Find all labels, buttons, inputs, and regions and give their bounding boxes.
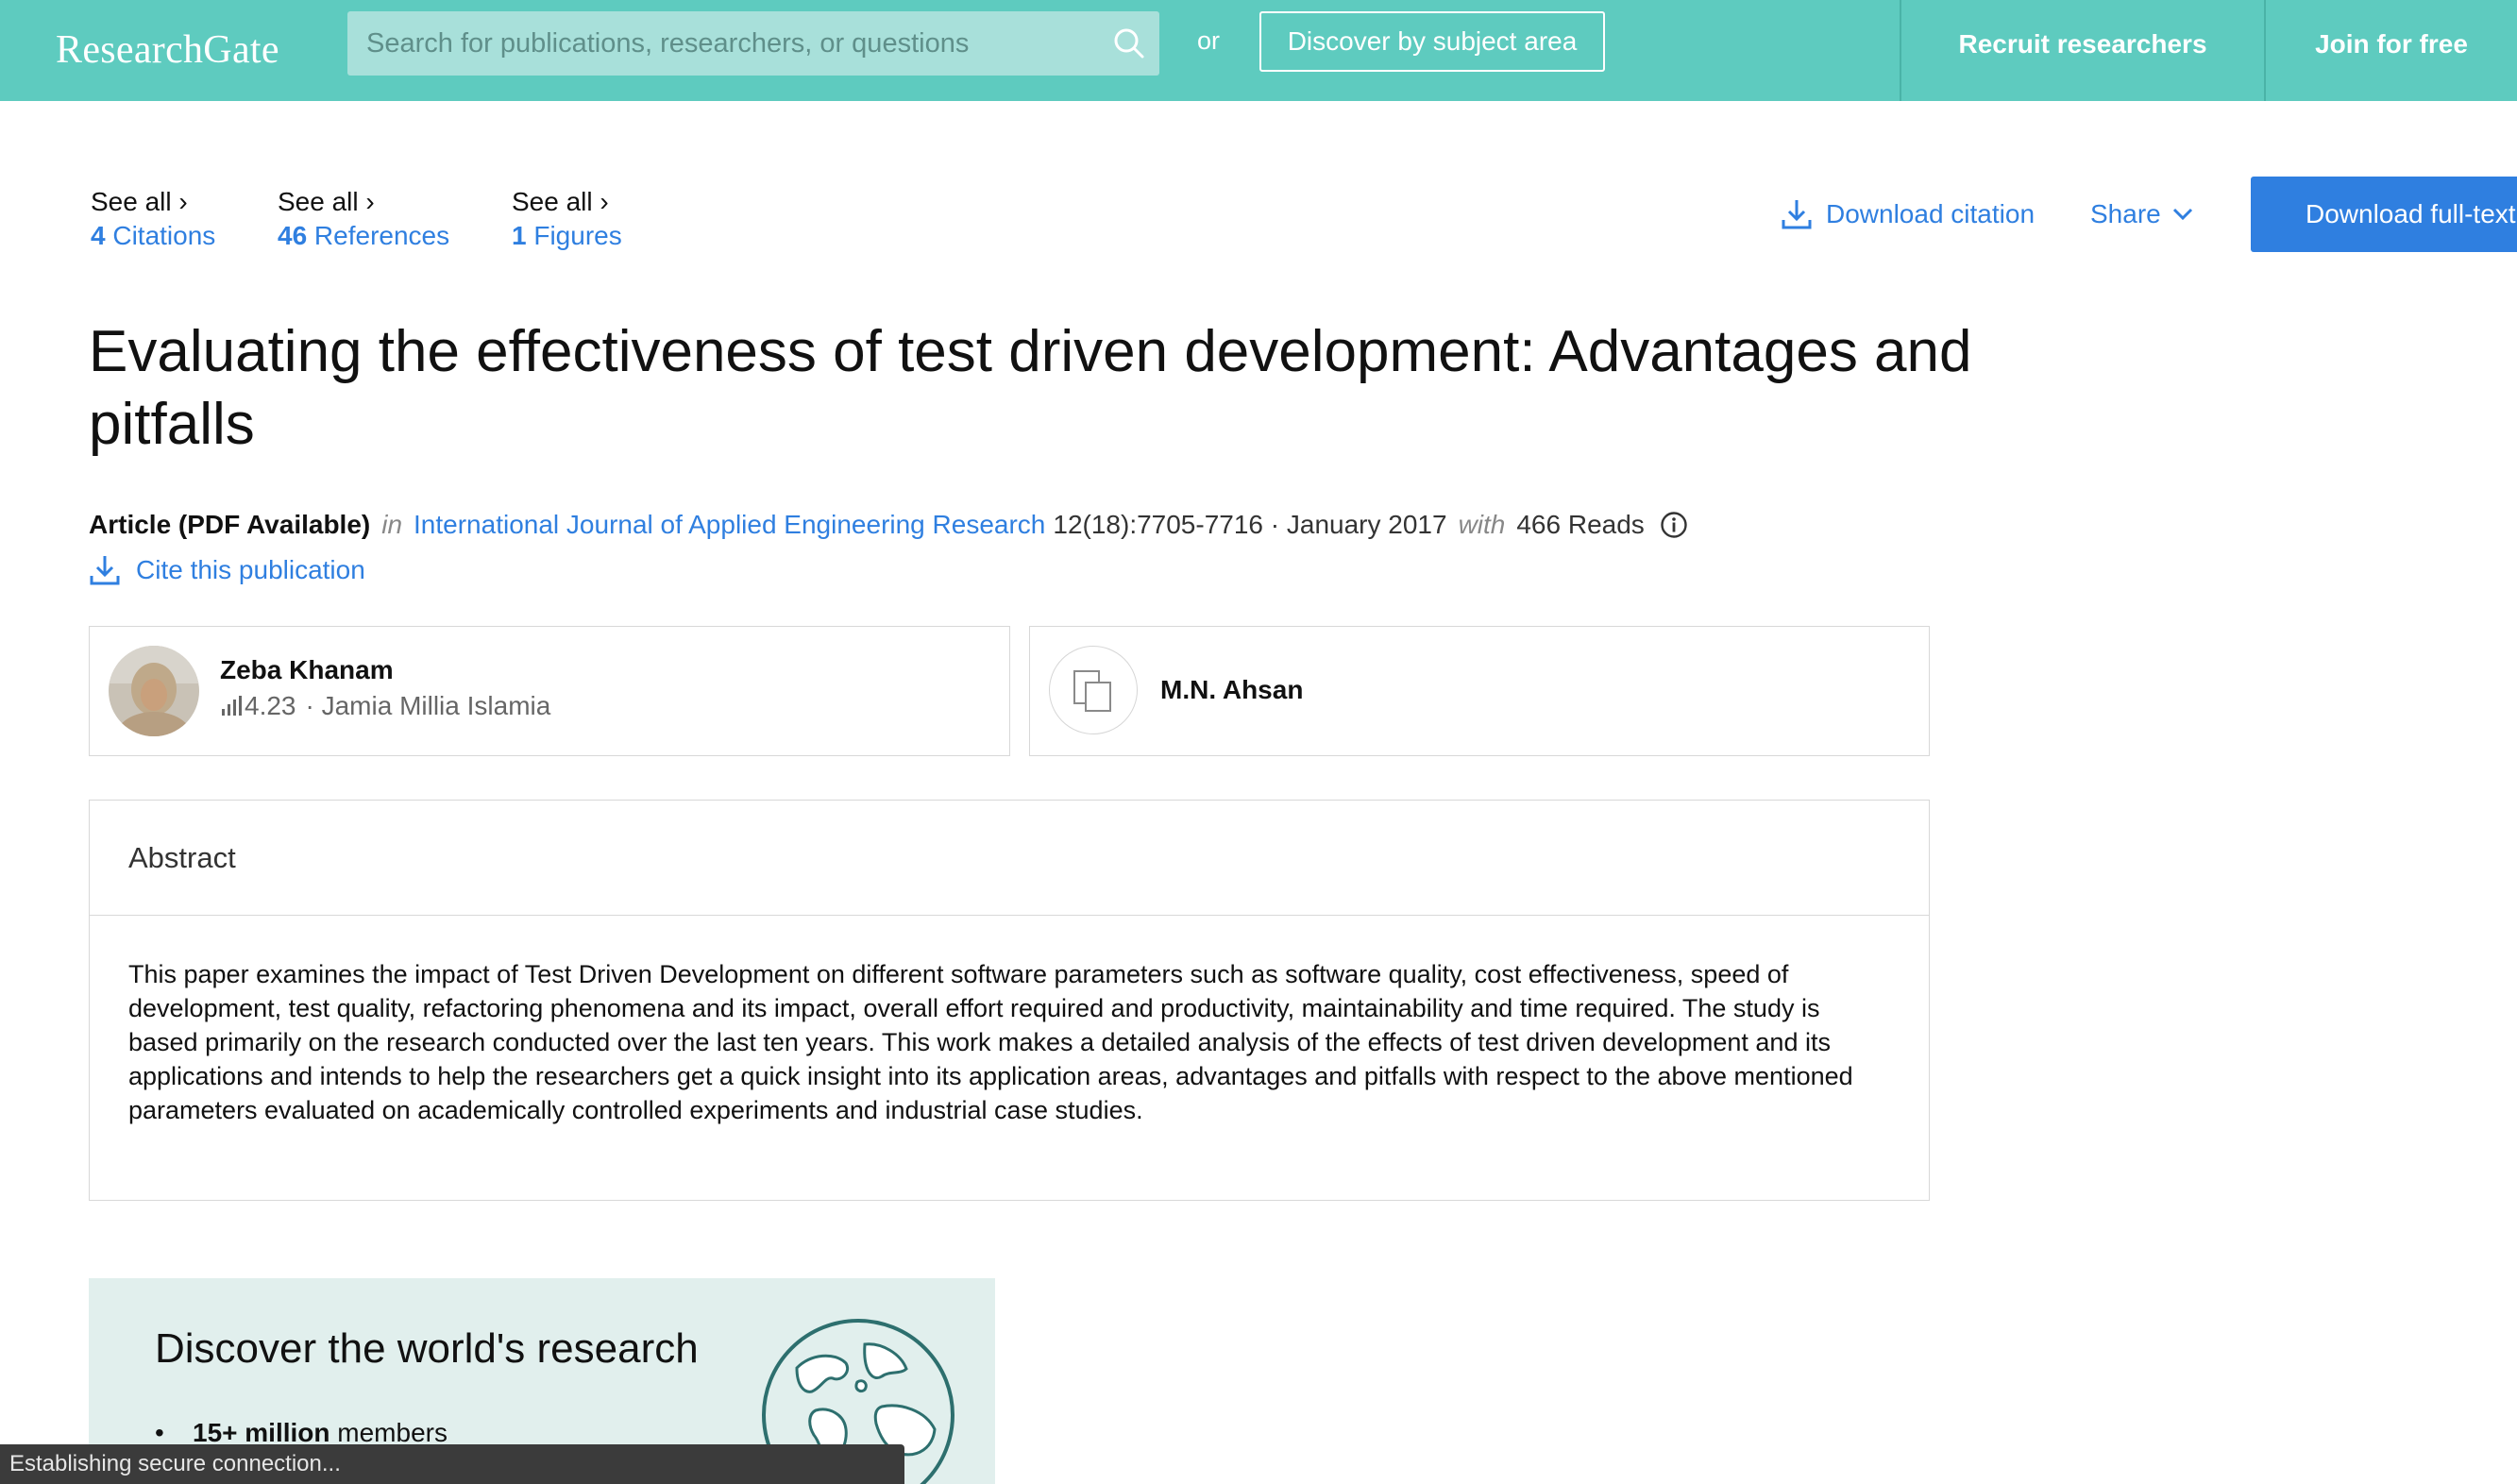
download-citation-label: Download citation	[1826, 199, 2036, 228]
browser-status-bar: Establishing secure connection...	[0, 1444, 904, 1484]
see-all-citations-link[interactable]: See all ›	[91, 185, 215, 219]
publication-type: Article (PDF Available)	[89, 510, 371, 539]
figures-count-link[interactable]: 1 Figures	[512, 219, 622, 253]
citations-stat[interactable]: See all › 4 Citations	[91, 185, 215, 253]
cite-publication-link[interactable]: Cite this publication	[89, 551, 365, 589]
references-label: References	[307, 221, 450, 250]
author-card-zeba-khanam[interactable]: Zeba Khanam 4.23 · Jamia Millia Islamia	[89, 626, 1010, 756]
see-all-figures-link[interactable]: See all ›	[512, 185, 622, 219]
author-name[interactable]: M.N. Ahsan	[1160, 675, 1303, 705]
abstract-heading: Abstract	[90, 801, 1929, 916]
discover-by-subject-button[interactable]: Discover by subject area	[1259, 11, 1605, 72]
publication-meta: Article (PDF Available) in International…	[89, 508, 1688, 542]
with-label: with	[1458, 510, 1506, 539]
publication-title: Evaluating the effectiveness of test dri…	[89, 319, 1972, 457]
promo-members-label: members	[329, 1418, 448, 1447]
figures-stat[interactable]: See all › 1 Figures	[512, 185, 622, 253]
author-photo	[109, 646, 199, 736]
promo-title: Discover the world's research	[155, 1325, 699, 1372]
promo-members-count: 15+ million	[193, 1418, 330, 1447]
author-name[interactable]: Zeba Khanam	[220, 655, 394, 685]
citations-count-link[interactable]: 4 Citations	[91, 219, 215, 253]
citations-count: 4	[91, 221, 106, 250]
search-input[interactable]	[347, 11, 1084, 76]
recruit-researchers-link[interactable]: Recruit researchers	[1901, 0, 2264, 101]
search-icon[interactable]	[1112, 26, 1146, 60]
see-all-references-link[interactable]: See all ›	[278, 185, 449, 219]
top-navigation-bar: ResearchGate or Discover by subject area…	[0, 0, 2517, 101]
download-icon	[1782, 200, 1812, 229]
research-score: 4.23	[245, 691, 296, 720]
score-bars-icon	[222, 696, 242, 716]
share-label: Share	[2090, 199, 2161, 228]
author-details: 4.23 · Jamia Millia Islamia	[220, 691, 550, 721]
citations-label: Citations	[105, 221, 216, 250]
download-icon	[90, 556, 120, 585]
references-count-link[interactable]: 46 References	[278, 219, 449, 253]
pages-and-date: 12(18):7705-7716 · January 2017	[1053, 510, 1447, 539]
share-dropdown[interactable]: Share	[2090, 195, 2193, 233]
journal-link[interactable]: International Journal of Applied Enginee…	[414, 508, 1045, 542]
cite-publication-label: Cite this publication	[136, 555, 365, 584]
download-citation-link[interactable]: Download citation	[1781, 195, 2035, 233]
document-icon	[1073, 670, 1111, 712]
search-box[interactable]	[347, 11, 1159, 76]
download-fulltext-button[interactable]: Download full-text	[2251, 177, 2517, 252]
author-card-mn-ahsan[interactable]: M.N. Ahsan	[1029, 626, 1930, 756]
author-avatar-placeholder[interactable]	[1049, 646, 1138, 734]
references-stat[interactable]: See all › 46 References	[278, 185, 449, 253]
figures-count: 1	[512, 221, 527, 250]
abstract-text: This paper examines the impact of Test D…	[128, 960, 1853, 1124]
abstract-panel: Abstract This paper examines the impact …	[89, 800, 1930, 1201]
info-icon[interactable]	[1660, 511, 1688, 539]
author-avatar[interactable]	[109, 646, 199, 736]
chevron-down-icon	[2172, 208, 2192, 221]
researchgate-logo[interactable]: ResearchGate	[56, 17, 279, 83]
join-for-free-link[interactable]: Join for free	[2266, 0, 2517, 101]
author-affiliation: · Jamia Millia Islamia	[305, 691, 551, 720]
in-label: in	[381, 510, 403, 539]
figures-label: Figures	[526, 221, 622, 250]
reads-count: 466 Reads	[1516, 510, 1645, 539]
or-label: or	[1197, 26, 1221, 55]
references-count: 46	[278, 221, 308, 250]
